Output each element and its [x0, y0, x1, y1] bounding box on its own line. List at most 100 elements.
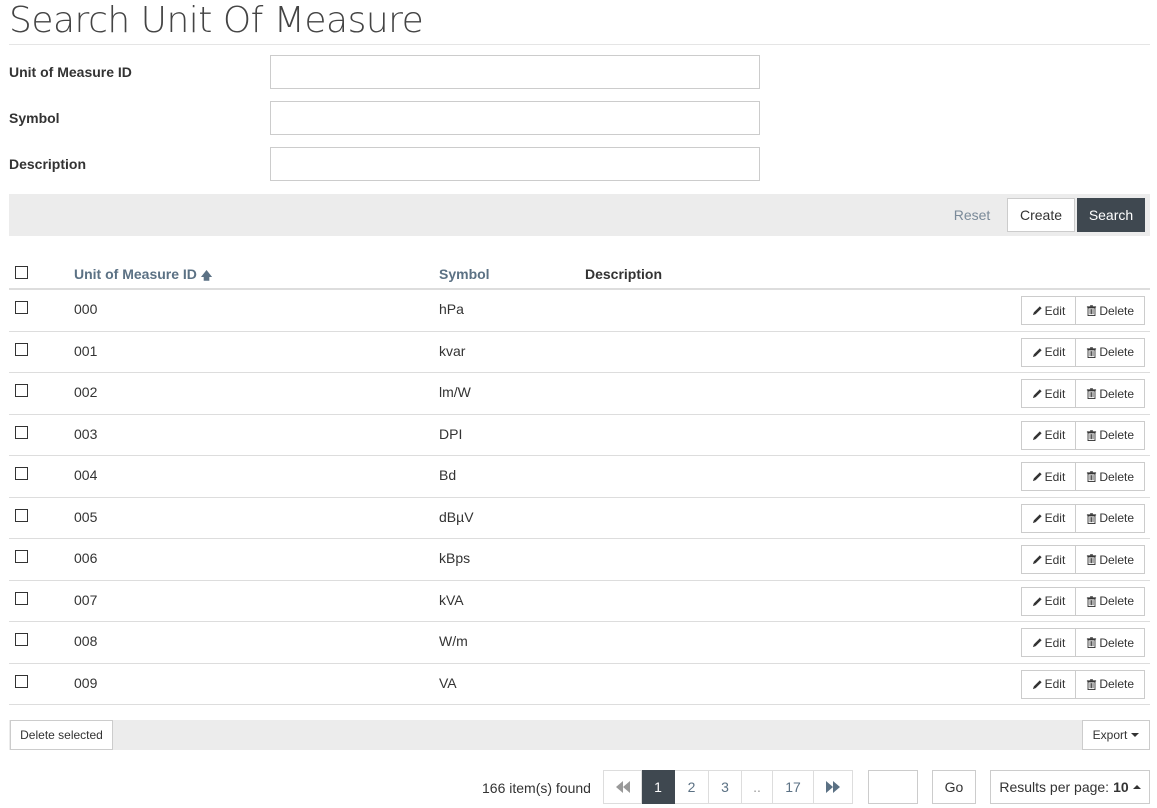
row-actions: Edit Delete — [1020, 296, 1145, 325]
delete-button[interactable]: Delete — [1076, 628, 1145, 657]
delete-button[interactable]: Delete — [1076, 420, 1145, 450]
edit-label: Edit — [1044, 345, 1066, 359]
first-page-button[interactable] — [603, 770, 642, 804]
page-button-1[interactable]: 1 — [642, 770, 675, 804]
edit-button[interactable]: Edit — [1020, 586, 1077, 616]
column-header-uom-id[interactable]: Unit of Measure ID 🡅 — [74, 266, 212, 286]
row-checkbox[interactable] — [15, 301, 28, 314]
edit-label: Edit — [1044, 594, 1066, 608]
delete-button[interactable]: Delete — [1076, 545, 1145, 574]
pencil-icon — [1032, 306, 1042, 316]
page-button-17[interactable]: 17 — [773, 770, 814, 804]
delete-selected-button[interactable]: Delete selected — [10, 720, 113, 750]
symbol-label: Symbol — [9, 110, 60, 126]
delete-button[interactable]: Delete — [1076, 462, 1145, 491]
last-page-button[interactable] — [814, 770, 853, 804]
delete-button[interactable]: Delete — [1076, 337, 1145, 367]
cell-uom-id: 002 — [74, 384, 98, 400]
description-label: Description — [9, 156, 87, 172]
cell-uom-id: 005 — [74, 508, 98, 525]
row-actions: Edit Delete — [1020, 420, 1145, 450]
search-button[interactable]: Search — [1077, 198, 1145, 232]
row-actions: Edit Delete — [1020, 337, 1145, 367]
row-checkbox[interactable] — [15, 342, 28, 356]
pencil-icon — [1032, 596, 1042, 606]
trash-icon — [1087, 678, 1097, 690]
cell-uom-id: 008 — [74, 633, 98, 649]
edit-button[interactable]: Edit — [1020, 379, 1077, 408]
row-checkbox[interactable] — [15, 550, 28, 563]
reset-button[interactable]: Reset — [945, 198, 999, 232]
results-per-page-button[interactable]: Results per page: 10 — [990, 770, 1150, 804]
pencil-icon — [1032, 430, 1042, 440]
table-row: 009 VA Edit Delete — [9, 664, 1150, 705]
row-actions: Edit Delete — [1020, 586, 1145, 616]
cell-uom-id: 000 — [74, 301, 98, 317]
cell-symbol: Bd — [439, 467, 457, 483]
trash-icon — [1087, 637, 1097, 648]
edit-button[interactable]: Edit — [1020, 420, 1077, 450]
description-input[interactable] — [270, 147, 760, 181]
edit-button[interactable]: Edit — [1020, 503, 1077, 533]
row-checkbox[interactable] — [15, 674, 28, 688]
results-per-page-label: Results per page: — [999, 779, 1110, 795]
row-checkbox[interactable] — [15, 591, 28, 605]
cell-symbol: hPa — [439, 301, 464, 317]
delete-button[interactable]: Delete — [1076, 586, 1145, 616]
bulk-action-bar: Delete selected Export — [9, 720, 1150, 750]
cell-uom-id: 007 — [74, 591, 98, 608]
column-header-symbol[interactable]: Symbol — [439, 266, 490, 282]
row-checkbox[interactable] — [15, 384, 28, 397]
cell-uom-id: 001 — [74, 342, 98, 359]
edit-button[interactable]: Edit — [1020, 296, 1077, 325]
table-row: 001 kvar Edit Delete — [9, 332, 1150, 373]
items-found-count: 166 item(s) found — [482, 780, 591, 796]
symbol-input[interactable] — [270, 101, 760, 135]
cell-uom-id: 006 — [74, 550, 98, 566]
goto-page-input[interactable] — [868, 770, 918, 804]
arrow-up-icon: 🡅 — [200, 270, 213, 282]
edit-button[interactable]: Edit — [1020, 669, 1077, 699]
cell-uom-id: 009 — [74, 674, 98, 691]
row-checkbox[interactable] — [15, 508, 28, 522]
delete-label: Delete — [1099, 303, 1134, 318]
edit-button[interactable]: Edit — [1020, 628, 1077, 657]
delete-label: Delete — [1099, 677, 1134, 691]
create-button[interactable]: Create — [1007, 198, 1075, 232]
export-button[interactable]: Export — [1082, 720, 1150, 750]
row-checkbox[interactable] — [15, 467, 28, 480]
edit-label: Edit — [1044, 511, 1066, 525]
page-button-3[interactable]: 3 — [709, 770, 742, 804]
table-row: 000 hPa Edit Delete — [9, 290, 1150, 332]
delete-button[interactable]: Delete — [1076, 379, 1145, 408]
table-row: 004 Bd Edit Delete — [9, 456, 1150, 498]
cell-symbol: VA — [439, 674, 457, 691]
delete-button[interactable]: Delete — [1076, 296, 1145, 325]
trash-icon — [1087, 388, 1097, 399]
delete-label: Delete — [1099, 594, 1134, 608]
edit-button[interactable]: Edit — [1020, 337, 1077, 367]
form-row-symbol: Symbol — [9, 101, 769, 135]
form-row-uom-id: Unit of Measure ID — [9, 55, 769, 89]
cell-symbol: W/m — [439, 633, 468, 649]
delete-label: Delete — [1099, 552, 1134, 567]
row-checkbox[interactable] — [15, 633, 28, 646]
edit-button[interactable]: Edit — [1020, 545, 1077, 574]
row-checkbox[interactable] — [15, 425, 28, 439]
delete-label: Delete — [1099, 345, 1134, 359]
delete-button[interactable]: Delete — [1076, 669, 1145, 699]
trash-icon — [1087, 346, 1097, 358]
pencil-icon — [1032, 638, 1042, 648]
caret-up-icon — [1132, 785, 1141, 789]
search-action-bar: Reset Create Search — [9, 194, 1150, 236]
select-all-checkbox[interactable] — [15, 266, 28, 279]
uom-id-input[interactable] — [270, 55, 760, 89]
delete-button[interactable]: Delete — [1076, 503, 1145, 533]
edit-button[interactable]: Edit — [1020, 462, 1077, 491]
go-button[interactable]: Go — [932, 770, 976, 804]
page-button-2[interactable]: 2 — [675, 770, 709, 804]
row-actions: Edit Delete — [1020, 503, 1145, 533]
table-row: 008 W/m Edit Delete — [9, 622, 1150, 664]
pencil-icon — [1032, 679, 1042, 689]
delete-label: Delete — [1099, 511, 1134, 525]
